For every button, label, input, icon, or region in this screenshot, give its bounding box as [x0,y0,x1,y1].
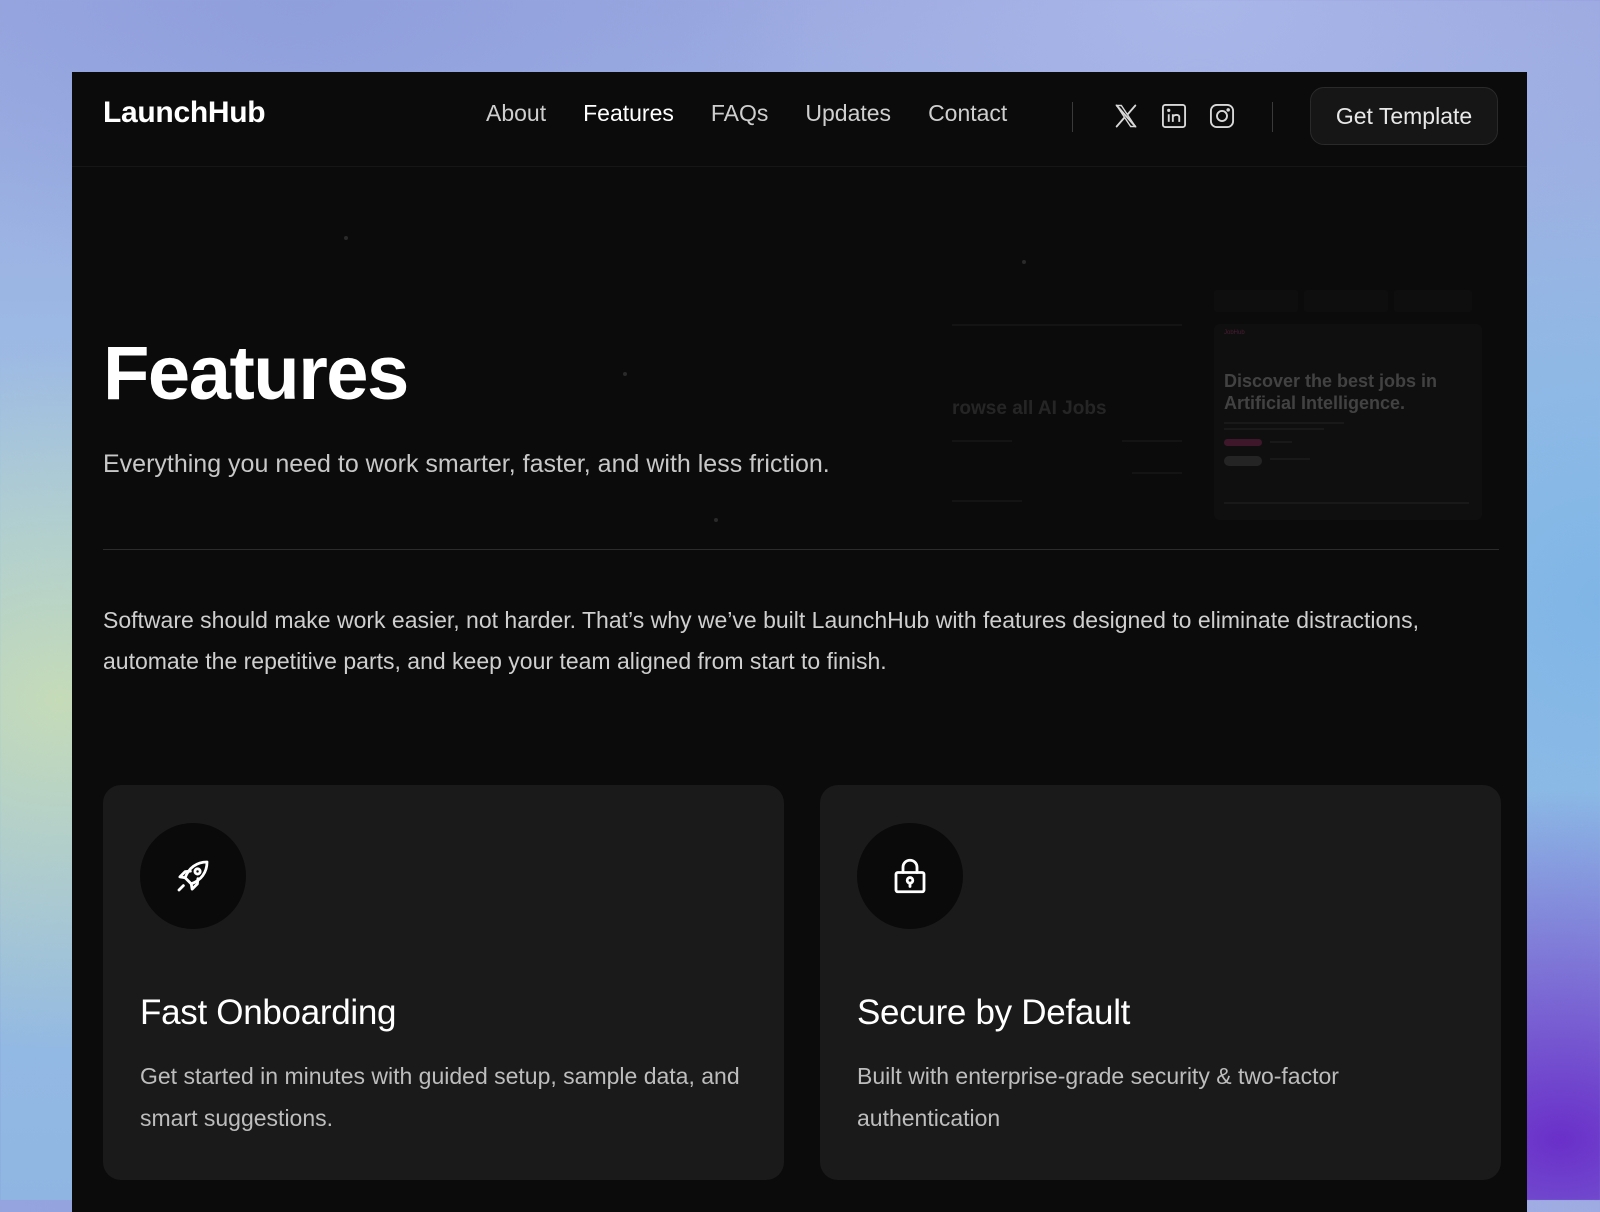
feature-icon-badge [857,823,963,929]
preview-card: JobHub Discover the best jobs in Artific… [1214,324,1482,520]
background-dot [714,518,718,522]
feature-description: Built with enterprise-grade security & t… [857,1063,1339,1131]
background-dot [344,236,348,240]
browser-window: LaunchHub About Features FAQs Updates Co… [72,72,1527,1212]
lock-icon [894,858,926,894]
nav-link-contact[interactable]: Contact [928,100,1007,127]
preview-heading: Discover the best jobs in Artificial Int… [1224,371,1438,413]
instagram-icon[interactable] [1208,102,1236,130]
preview-top-strip [1214,290,1482,312]
nav-divider [1072,102,1073,132]
rocket-icon [177,860,209,892]
product-preview-image: rowse all AI Jobs JobHub Discover the be… [952,282,1502,522]
feature-card-fast-onboarding: Fast Onboarding Get started in minutes w… [103,785,784,1180]
feature-title: Fast Onboarding [140,993,397,1032]
linkedin-icon[interactable] [1160,102,1188,130]
background-dot [1022,260,1026,264]
preview-avatars [1224,456,1262,466]
nav-link-updates[interactable]: Updates [805,100,891,127]
nav-link-faqs[interactable]: FAQs [711,100,769,127]
page-subtitle: Everything you need to work smarter, fas… [103,450,830,478]
background-dot [623,372,627,376]
logo[interactable]: LaunchHub [103,96,266,130]
top-navbar: LaunchHub About Features FAQs Updates Co… [72,72,1527,167]
section-divider [103,549,1499,550]
x-icon[interactable] [1112,102,1140,130]
get-template-button[interactable]: Get Template [1310,87,1498,145]
feature-card-secure-by-default: Secure by Default Built with enterprise-… [820,785,1501,1180]
feature-description: Get started in minutes with guided setup… [140,1063,740,1131]
preview-left-title: rowse all AI Jobs [952,398,1107,419]
preview-brand: JobHub [1224,330,1245,336]
intro-paragraph: Software should make work easier, not ha… [103,607,1419,674]
feature-title: Secure by Default [857,993,1131,1032]
nav-link-features[interactable]: Features [583,100,674,127]
page-title: Features [103,331,409,416]
nav-links: About Features FAQs Updates Contact [486,100,1044,127]
nav-link-about[interactable]: About [486,100,546,127]
preview-pill [1224,439,1262,446]
nav-divider [1272,102,1273,132]
feature-icon-badge [140,823,246,929]
preview-left-panel: rowse all AI Jobs [952,322,1202,512]
